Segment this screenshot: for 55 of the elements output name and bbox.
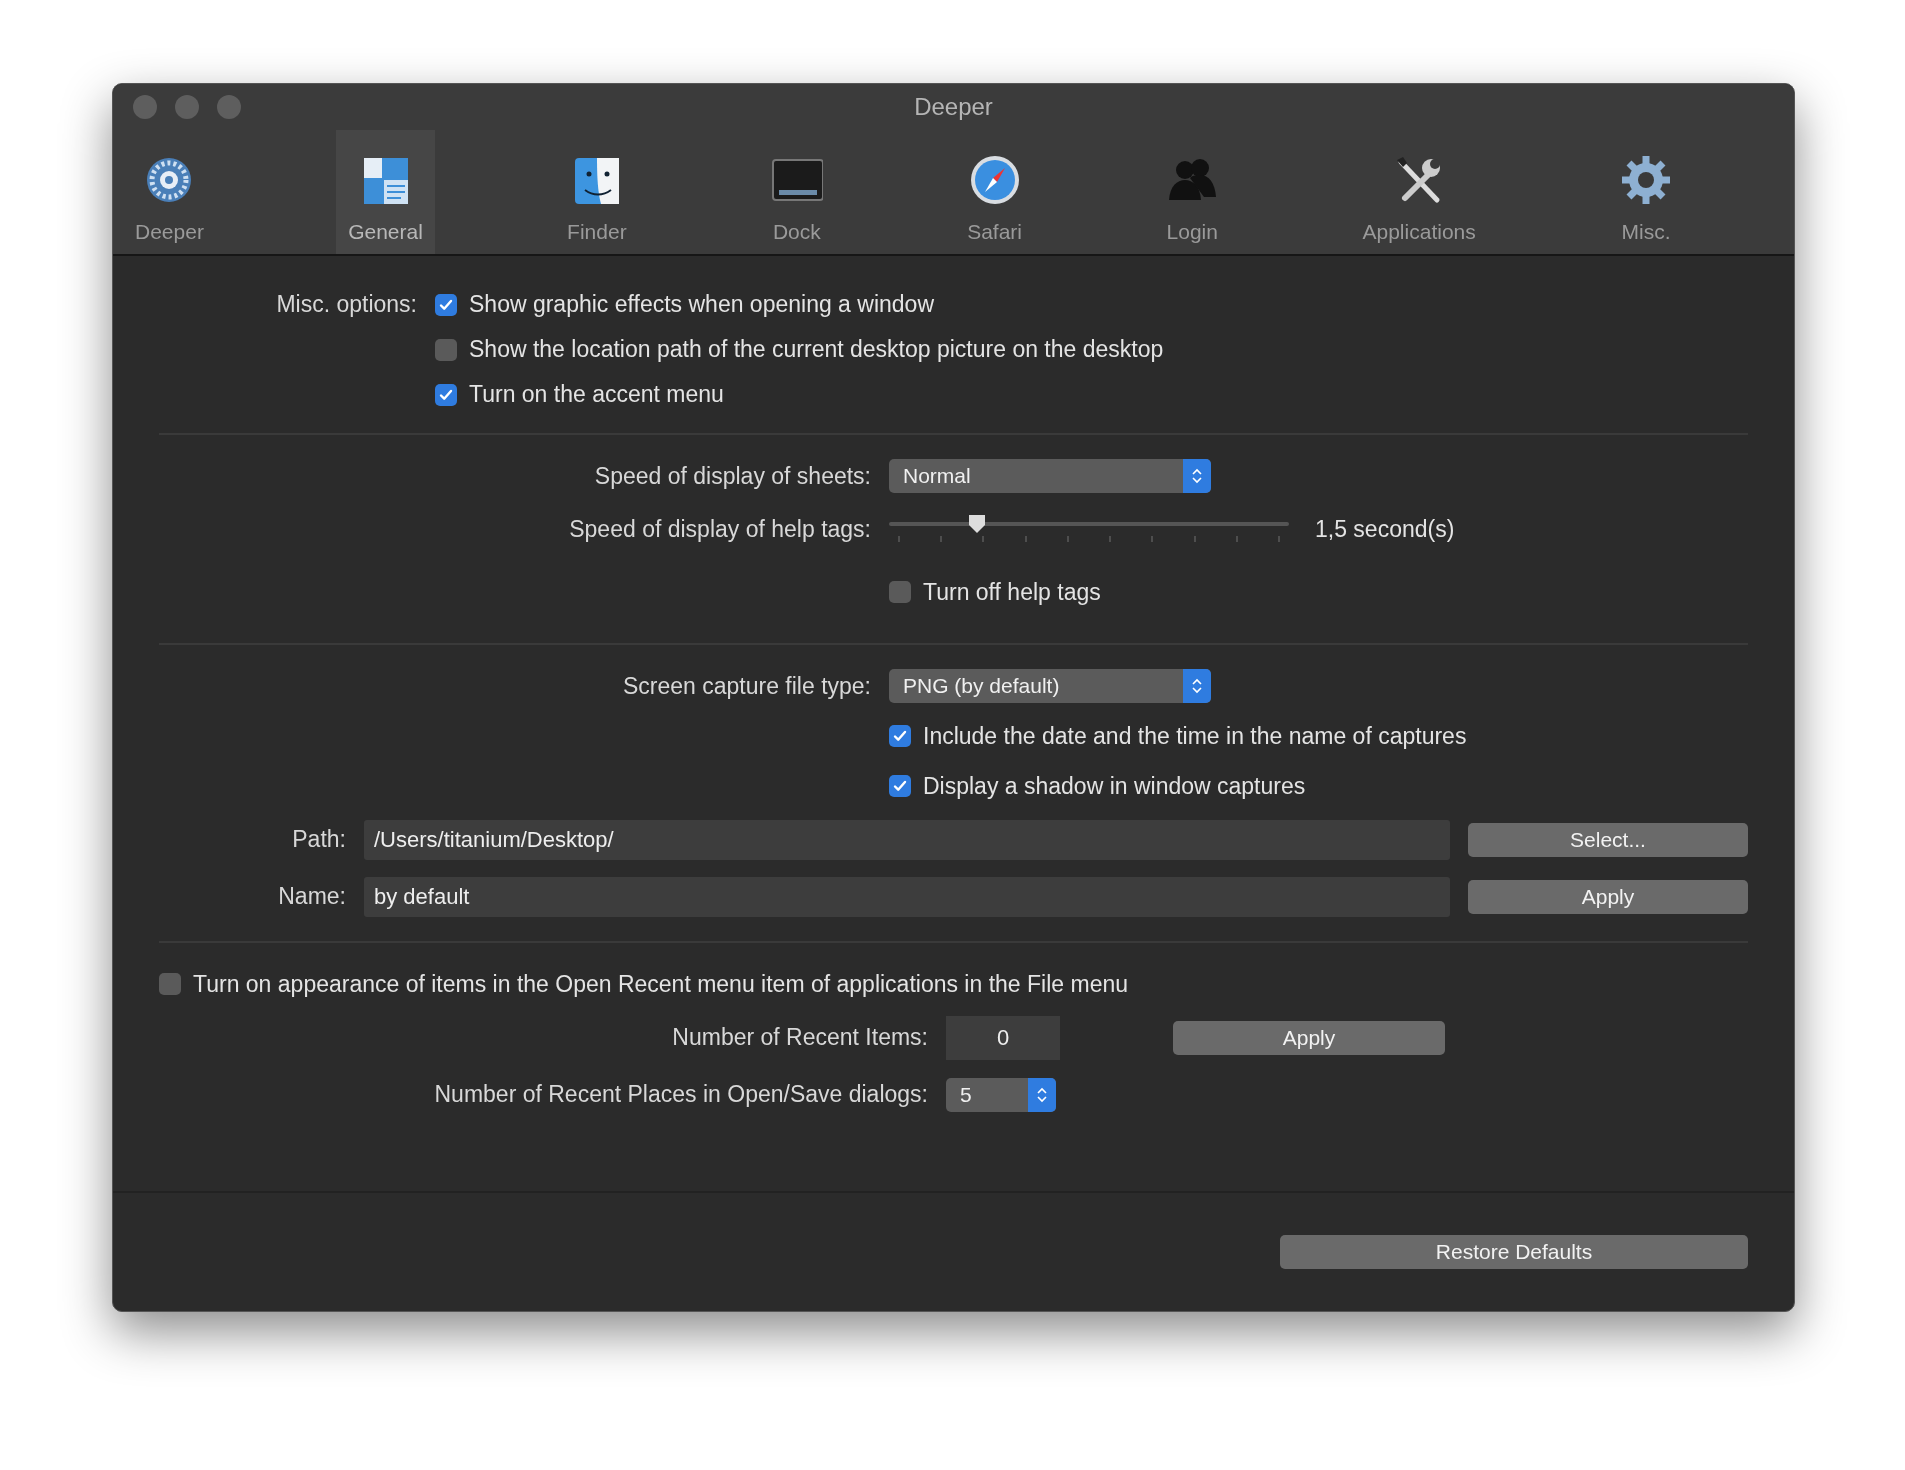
popup-menu[interactable]: PNG (by default) [889, 669, 1211, 703]
checkbox-label: Display a shadow in window captures [923, 772, 1306, 800]
text-field[interactable]: /Users/titanium/Desktop/ [364, 819, 1450, 860]
gear-icon [1620, 154, 1672, 206]
checkbox[interactable] [435, 293, 457, 316]
toolbar-tab[interactable]: Misc. [1608, 130, 1684, 254]
checkbox[interactable] [889, 725, 911, 747]
compass-icon [968, 154, 1021, 206]
field-label: Speed of display of help tags: [568, 515, 871, 543]
stepper-arrows-icon [1190, 678, 1204, 694]
toolbar-tab[interactable]: Finder [555, 130, 639, 254]
checkbox[interactable] [435, 383, 457, 406]
checkbox[interactable] [159, 973, 181, 995]
toolbar-tab[interactable]: Dock [758, 130, 835, 254]
checkbox-label: Show the location path of the current desktop picture on the desktop [469, 336, 1164, 363]
field-label: Number of Recent Places in Open/Save dialogs: [433, 1081, 928, 1108]
field-label: Number of Recent Items: [671, 1024, 928, 1051]
number-field[interactable]: 0 [946, 1015, 1060, 1060]
slider-thumb[interactable] [968, 514, 986, 534]
checkmark-icon [892, 728, 908, 744]
slider-track[interactable] [889, 514, 1289, 544]
zoom-button[interactable] [217, 95, 241, 119]
field-label: Screen capture file type: [621, 672, 871, 700]
field-label: Speed of display of sheets: [593, 462, 871, 490]
toolbar-tab[interactable]: General [336, 130, 435, 254]
checkbox-label: Turn on the accent menu [469, 381, 724, 408]
restore-defaults-button[interactable]: Restore Defaults [1280, 1235, 1748, 1269]
field-label: Name: [277, 883, 346, 910]
toolbar-tab[interactable]: Safari [955, 130, 1034, 254]
checkbox[interactable] [889, 581, 911, 603]
checkbox-label: Include the date and the time in the name of captures [923, 722, 1467, 750]
minimize-button[interactable] [175, 95, 199, 119]
text-field[interactable]: by default [364, 876, 1450, 917]
stepper-arrows-icon [1035, 1086, 1049, 1103]
toolbar-tab[interactable]: Deeper [123, 130, 216, 254]
close-button[interactable] [133, 95, 157, 119]
checkbox-label: Show graphic effects when opening a window [469, 291, 934, 318]
window-title: Deeper [914, 93, 993, 121]
stepper-arrows-icon [1190, 468, 1204, 484]
thumb-icon [968, 514, 986, 534]
popup-menu[interactable]: Normal [889, 459, 1211, 493]
checkbox[interactable] [889, 775, 911, 797]
field-label: Misc. options: [275, 291, 417, 318]
checkbox-label: Turn on appearance of items in the Open Recent menu item of applications in the File menu [193, 970, 1128, 998]
field-label: Path: [291, 826, 346, 853]
checkbox-label: Turn off help tags [923, 578, 1101, 606]
slider-value: 1,5 second(s) [1315, 515, 1455, 543]
checkbox[interactable] [435, 338, 457, 361]
push-button[interactable]: Select... [1468, 822, 1748, 857]
toolbar-tab[interactable]: Login [1154, 130, 1231, 254]
checkmark-icon [892, 778, 908, 794]
toolbar-tab[interactable]: Applications [1350, 130, 1488, 254]
push-button[interactable]: Apply [1468, 879, 1748, 914]
push-button[interactable]: Apply [1173, 1020, 1445, 1055]
popup-menu[interactable]: 5 [946, 1077, 1056, 1112]
